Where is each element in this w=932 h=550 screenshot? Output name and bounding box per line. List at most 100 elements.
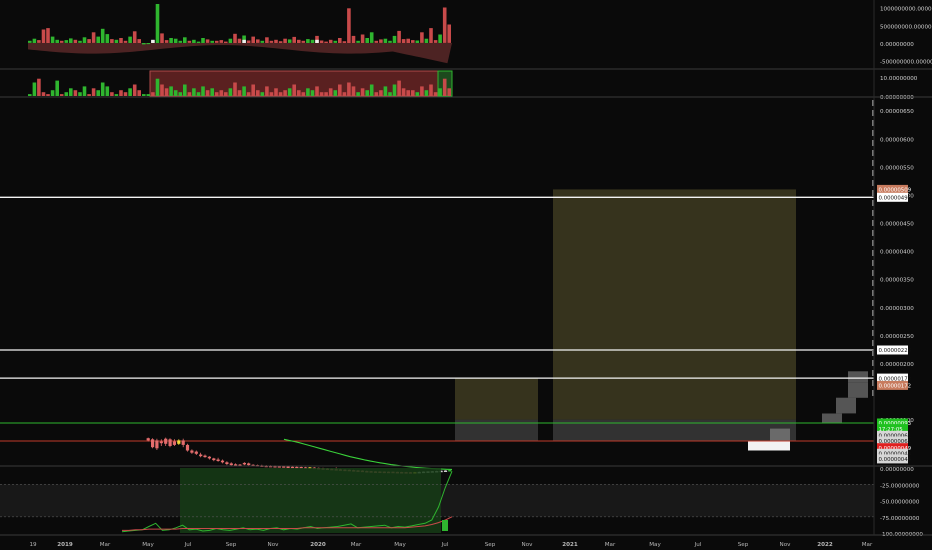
x-tick-label: Sep	[485, 542, 496, 548]
x-tick-label: Mar	[605, 542, 616, 548]
volume-profile-tick	[872, 360, 874, 366]
candle-body	[203, 455, 207, 458]
volume-delta-bar	[278, 41, 283, 43]
volume-delta-bar	[164, 40, 169, 43]
x-tick-label: Nov	[268, 542, 280, 548]
volume-profile-tick	[872, 350, 874, 356]
y-tick-label: 0.00000000	[880, 467, 914, 473]
volume-ratio-bar	[201, 86, 205, 96]
x-tick-label: May	[649, 542, 661, 548]
volume-profile-tick	[872, 120, 874, 126]
rsi-highlight-zone	[180, 468, 441, 533]
volume-delta-bar	[123, 40, 128, 43]
y-tick-label: 0.00000600	[880, 137, 914, 143]
projection-block	[748, 441, 790, 451]
volume-delta-bar	[274, 39, 278, 43]
volume-delta-bar	[137, 39, 141, 43]
x-tick-label: Sep	[738, 542, 749, 548]
candle-body	[190, 450, 194, 453]
volume-ratio-bar	[442, 78, 447, 96]
volume-ratio-bar	[297, 90, 301, 96]
volume-profile-tick	[872, 300, 874, 306]
volume-delta-bar	[392, 35, 397, 43]
volume-ratio-bar	[342, 92, 347, 96]
volume-ratio-bar	[137, 90, 141, 96]
volume-profile-tick	[872, 130, 874, 136]
volume-ratio-bar	[315, 86, 319, 96]
y-tick-label: 0.00000350	[880, 278, 914, 284]
volume-delta-bar	[283, 38, 287, 43]
volume-ratio-bar	[338, 84, 342, 96]
y-tick-label: -75.00000000	[880, 516, 920, 522]
volume-delta-bar	[64, 40, 69, 43]
volume-ratio-bar	[219, 90, 224, 96]
y-tick-label: 0.00000000	[880, 42, 914, 48]
volume-ratio-bar	[333, 90, 338, 96]
volume-delta-bar	[78, 40, 82, 43]
volume-delta-bar	[383, 38, 388, 43]
volume-delta-bar	[342, 41, 347, 43]
volume-delta-bar	[155, 4, 160, 43]
volume-ratio-bar	[360, 88, 365, 96]
candle-body	[172, 441, 176, 445]
projection-block	[822, 413, 842, 423]
candle-body	[247, 463, 251, 466]
y-tick-label: 0.00000300	[880, 306, 914, 312]
volume-delta-bar	[128, 36, 132, 43]
volume-delta-bar	[292, 36, 296, 43]
candle-body	[155, 440, 159, 449]
volume-delta-bar	[251, 36, 255, 43]
volume-delta-bar	[369, 32, 374, 43]
x-tick-label: Jul	[184, 542, 192, 548]
volume-delta-bar	[324, 41, 328, 43]
volume-delta-bar	[205, 39, 210, 43]
projection-block	[848, 371, 868, 383]
volume-delta-bar	[356, 40, 360, 43]
volume-profile-tick	[872, 340, 874, 346]
volume-ratio-bar	[146, 94, 151, 96]
volume-delta-bar	[297, 39, 301, 43]
candle-body	[207, 456, 211, 459]
volume-delta-bar	[351, 35, 356, 43]
volume-ratio-bar	[383, 86, 388, 96]
volume-ratio-bar	[274, 88, 278, 96]
projection-block	[848, 382, 868, 398]
x-tick-label: 2021	[562, 542, 578, 548]
volume-delta-bar	[447, 24, 451, 43]
candle-body	[229, 463, 233, 466]
volume-delta-bar	[73, 39, 78, 43]
volume-profile-tick	[872, 110, 874, 116]
volume-ratio-bar	[237, 90, 242, 96]
x-tick-label: 2022	[817, 542, 833, 548]
volume-ratio-bar	[388, 92, 392, 96]
volume-ratio-bar	[96, 90, 100, 96]
volume-ratio-bar	[28, 94, 32, 96]
volume-profile-tick	[872, 380, 874, 386]
volume-delta-bar	[287, 39, 292, 43]
volume-delta-bar	[442, 7, 447, 43]
volume-delta-bar	[132, 31, 137, 43]
volume-ratio-bar	[246, 92, 251, 96]
candle-body	[177, 440, 181, 444]
volume-ratio-bar	[82, 86, 87, 96]
volume-delta-bar	[415, 40, 420, 43]
volume-ratio-bar	[214, 92, 219, 96]
volume-delta-bar	[119, 38, 123, 43]
volume-profile-tick	[872, 140, 874, 146]
volume-ratio-bar	[406, 90, 410, 96]
volume-delta-bar	[338, 38, 342, 43]
volume-ratio-bar	[287, 88, 292, 96]
volume-ratio-bar	[260, 92, 265, 96]
x-tick-label: Jul	[694, 542, 702, 548]
y-tick-label: 0.00000450	[880, 222, 914, 228]
volume-profile-tick	[872, 240, 874, 246]
y-tick-label: 0.00000550	[880, 165, 914, 171]
volume-profile-tick	[872, 220, 874, 226]
volume-ratio-bar	[123, 92, 128, 96]
y-tick-label: 0.00000200	[880, 362, 914, 368]
trading-chart[interactable]: 1000000000.00000000 500000000.00000000 0.0…	[0, 0, 932, 550]
volume-ratio-bar	[292, 84, 296, 96]
volume-ratio-bar	[283, 90, 287, 96]
volume-ratio-bar	[392, 84, 397, 96]
volume-delta-bar	[37, 40, 41, 43]
